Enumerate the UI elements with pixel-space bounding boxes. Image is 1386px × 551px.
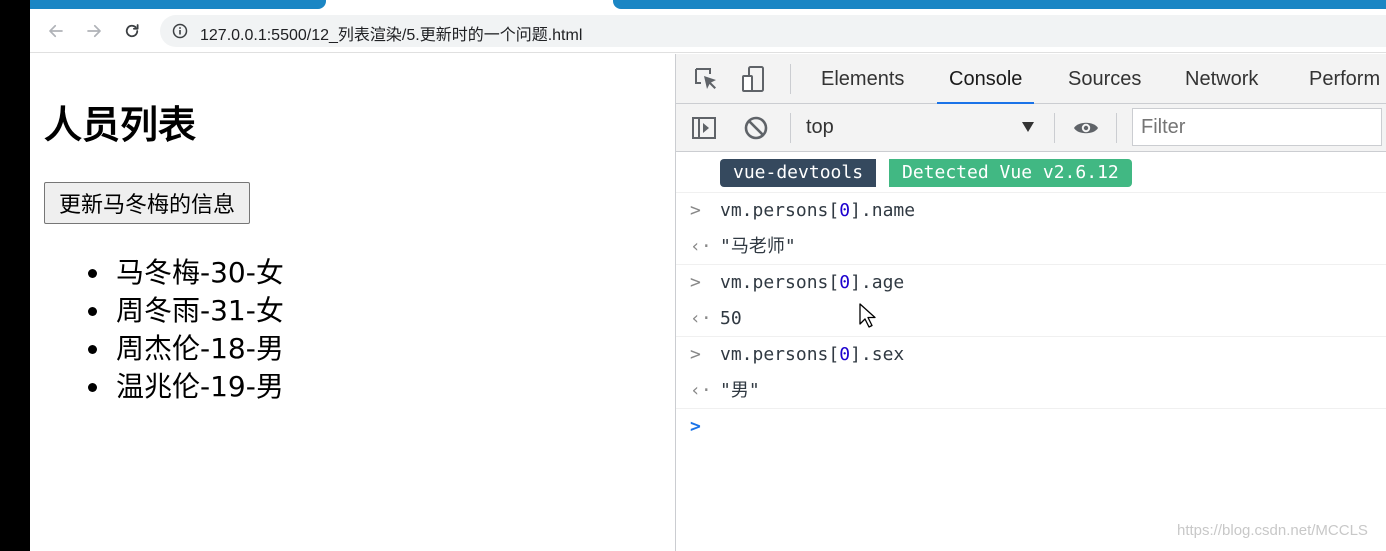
console-input-line[interactable]: > vm.persons[0].sex: [676, 337, 1386, 373]
watermark-text: https://blog.csdn.net/MCCLS: [1177, 522, 1368, 539]
input-chevron-icon: >: [690, 272, 701, 293]
console-toolbar: top: [676, 104, 1386, 152]
toolbar-divider: [1054, 113, 1055, 143]
console-prompt[interactable]: >: [676, 409, 1386, 445]
command-index: 0: [839, 272, 851, 293]
toolbar-divider: [790, 113, 791, 143]
toolbar-divider: [1116, 113, 1117, 143]
live-expression-eye-icon[interactable]: [1072, 114, 1100, 142]
console-input-line[interactable]: > vm.persons[0].age: [676, 265, 1386, 301]
person-list: 马冬梅-30-女 周冬雨-31-女 周杰伦-18-男 温兆伦-19-男: [88, 254, 284, 406]
forward-icon[interactable]: [82, 19, 106, 43]
tab-sources[interactable]: Sources: [1068, 54, 1141, 104]
update-info-button[interactable]: 更新马冬梅的信息: [44, 182, 251, 224]
input-chevron-icon: >: [690, 200, 701, 221]
devtools-tabbar: Elements Console Sources Network Perform: [676, 54, 1386, 104]
person-item: 周杰伦-18-男: [88, 330, 284, 368]
console-result-line: ‹· "马老师": [676, 229, 1386, 265]
command-text: vm.persons[: [720, 200, 840, 221]
vue-devtools-message: vue-devtools Detected Vue v2.6.12: [676, 153, 1386, 193]
clear-console-icon[interactable]: [742, 114, 770, 142]
inspect-element-icon[interactable]: [692, 65, 720, 93]
command-text: ].name: [850, 200, 916, 221]
console-input-line[interactable]: > vm.persons[0].name: [676, 193, 1386, 229]
reload-icon[interactable]: [120, 19, 144, 43]
input-chevron-icon: >: [690, 344, 701, 365]
tab-strip-left: [30, 0, 326, 9]
tab-network[interactable]: Network: [1185, 54, 1258, 104]
mouse-cursor-icon: [859, 303, 876, 328]
tab-elements[interactable]: Elements: [821, 54, 904, 104]
result-value: "马老师": [720, 236, 796, 257]
command-text: vm.persons[: [720, 272, 840, 293]
toolbar-divider: [790, 64, 791, 94]
url-text: 127.0.0.1:5500/12_列表渲染/5.更新时的一个问题.html: [200, 27, 583, 44]
result-value: "男": [720, 380, 760, 401]
show-sidebar-icon[interactable]: [690, 114, 718, 142]
prompt-chevron-icon: >: [690, 416, 701, 437]
console-result-line: ‹· 50: [676, 301, 1386, 337]
result-arrow-icon: ‹·: [690, 308, 712, 329]
devtools-panel: Elements Console Sources Network Perform…: [675, 54, 1386, 551]
address-bar[interactable]: 127.0.0.1:5500/12_列表渲染/5.更新时的一个问题.html: [160, 15, 1386, 47]
page-title: 人员列表: [44, 103, 197, 147]
command-index: 0: [839, 344, 851, 365]
info-icon[interactable]: [172, 23, 188, 39]
result-arrow-icon: ‹·: [690, 236, 712, 257]
context-selector[interactable]: top: [806, 116, 834, 139]
person-item: 马冬梅-30-女: [88, 254, 284, 292]
command-text: ].sex: [850, 344, 905, 365]
tab-performance[interactable]: Perform: [1309, 54, 1380, 104]
browser-window: 127.0.0.1:5500/12_列表渲染/5.更新时的一个问题.html 人…: [30, 0, 1386, 551]
console-output: vue-devtools Detected Vue v2.6.12 > vm.p…: [676, 153, 1386, 551]
command-text: ].age: [850, 272, 905, 293]
device-toolbar-icon[interactable]: [740, 65, 768, 93]
tab-console[interactable]: Console: [936, 54, 1035, 104]
console-result-line: ‹· "男": [676, 373, 1386, 409]
vue-version-badge: Detected Vue v2.6.12: [889, 159, 1132, 187]
command-text: vm.persons[: [720, 344, 840, 365]
tab-strip: [30, 0, 1386, 9]
person-item: 温兆伦-19-男: [88, 368, 284, 406]
tab-strip-right: [613, 0, 1386, 9]
chevron-down-icon[interactable]: [1022, 122, 1034, 132]
result-value: 50: [720, 308, 742, 329]
vue-devtools-badge: vue-devtools: [720, 159, 877, 187]
result-arrow-icon: ‹·: [690, 380, 712, 401]
command-index: 0: [839, 200, 851, 221]
filter-input[interactable]: [1132, 108, 1382, 146]
web-page: 人员列表 更新马冬梅的信息 马冬梅-30-女 周冬雨-31-女 周杰伦-18-男…: [30, 54, 675, 551]
back-icon[interactable]: [44, 19, 68, 43]
person-item: 周冬雨-31-女: [88, 292, 284, 330]
address-toolbar: 127.0.0.1:5500/12_列表渲染/5.更新时的一个问题.html: [30, 9, 1386, 53]
